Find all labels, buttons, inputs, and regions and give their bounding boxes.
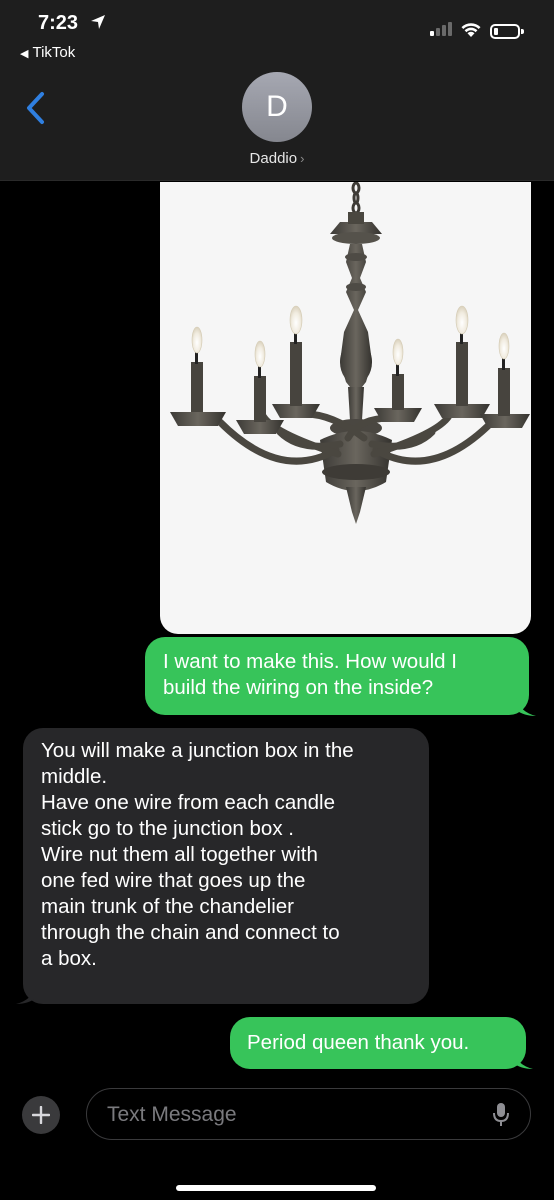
back-triangle-icon: ◀ [20, 48, 29, 60]
message-line: main trunk of the chandelier [41, 895, 294, 918]
back-to-app-link[interactable]: ◀ TikTok [20, 44, 75, 61]
contact-avatar[interactable]: D [242, 72, 312, 142]
add-attachment-button[interactable] [22, 1096, 60, 1134]
status-time: 7:23 [38, 12, 79, 34]
messages-screen: 7:23 ◀ TikTok D Daddio › I want to make … [0, 0, 554, 1200]
message-line: Period queen thank you. [247, 1031, 470, 1054]
chevron-right-icon: › [300, 151, 305, 166]
plus-icon [32, 1106, 50, 1124]
home-indicator[interactable] [176, 1185, 376, 1191]
message-line: through the chain and connect to [41, 921, 340, 944]
contact-name-button[interactable]: Daddio › [0, 150, 554, 167]
message-line: stick go to the junction box . [41, 817, 294, 840]
message-line: build the wiring on the inside? [163, 676, 434, 699]
bubble-tail [16, 986, 36, 1004]
message-line: one fed wire that goes up the [41, 869, 306, 892]
sent-message[interactable]: I want to make this. How would I build t… [145, 637, 529, 715]
message-line: Have one wire from each candle [41, 791, 335, 814]
sent-message[interactable]: Period queen thank you. [230, 1017, 526, 1069]
image-message-chandelier[interactable] [160, 182, 531, 634]
message-line: middle. [41, 765, 108, 788]
bubble-tail [516, 698, 536, 716]
contact-name: Daddio [249, 150, 298, 167]
bubble-tail [513, 1051, 533, 1069]
battery-icon [490, 24, 524, 39]
back-chevron-icon[interactable] [20, 88, 50, 128]
received-message[interactable]: You will make a junction box in the midd… [23, 728, 429, 1004]
message-line: a box. [41, 947, 97, 970]
location-arrow-icon [91, 15, 105, 29]
wifi-icon [461, 23, 481, 37]
message-line: Wire nut them all together with [41, 843, 318, 866]
message-field[interactable] [86, 1088, 531, 1140]
cellular-signal-icon [430, 22, 452, 36]
avatar-initial: D [266, 90, 288, 123]
microphone-icon[interactable] [492, 1102, 510, 1128]
back-app-label: TikTok [32, 44, 76, 61]
conversation-header: 7:23 ◀ TikTok D Daddio › [0, 0, 554, 181]
message-line: I want to make this. How would I [163, 650, 457, 673]
chandelier-image [170, 182, 530, 524]
message-line: You will make a junction box in the [41, 739, 354, 762]
message-input[interactable] [105, 1099, 479, 1131]
